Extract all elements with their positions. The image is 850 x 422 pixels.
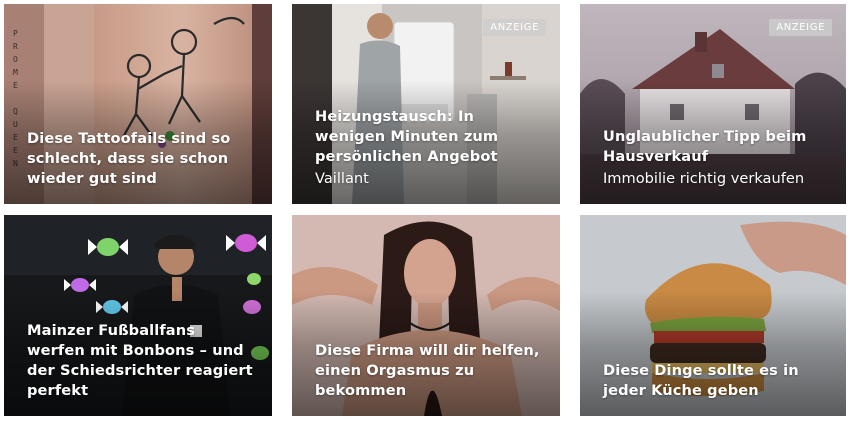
caption: Diese Dinge sollte es in jeder Küche geb… [603,361,828,401]
teaser-card-hausverkauf-ad[interactable]: ANZEIGE Unglaublicher Tipp beim Hausverk… [580,4,846,204]
caption: Diese Tattoofails sind so schlecht, dass… [27,129,254,189]
article-teaser-grid: PRO ME QUE EN Diese Tattoofails sind so … [0,0,850,422]
caption: Unglaublicher Tipp beim Hausverkauf Immo… [603,127,828,189]
teaser-title: Mainzer Fußballfans werfen mit Bonbons –… [27,322,253,399]
teaser-card-mainzer-fans[interactable]: Mainzer Fußballfans werfen mit Bonbons –… [4,215,272,416]
teaser-title: Heizungstausch: In wenigen Minuten zum p… [315,108,499,165]
teaser-card-tattoofails[interactable]: PRO ME QUE EN Diese Tattoofails sind so … [4,4,272,204]
sponsor-name: Immobilie richtig verkaufen [603,170,805,187]
teaser-title: Diese Firma will dir helfen, einen Orgas… [315,342,540,399]
caption: Diese Firma will dir helfen, einen Orgas… [315,341,542,401]
sponsor-name: Vaillant [315,170,369,187]
svg-text:R: R [13,42,18,51]
teaser-card-orgasmus[interactable]: Diese Firma will dir helfen, einen Orgas… [292,215,560,416]
caption: Mainzer Fußballfans werfen mit Bonbons –… [27,321,254,401]
svg-text:M: M [13,68,18,77]
teaser-title: Unglaublicher Tipp beim Hausverkauf [603,128,807,165]
ad-badge: ANZEIGE [769,19,832,36]
teaser-title: Diese Dinge sollte es in jeder Küche geb… [603,362,799,399]
teaser-card-vaillant-ad[interactable]: ANZEIGE Heizungstausch: In wenigen Minut… [292,4,560,204]
teaser-card-kueche[interactable]: Diese Dinge sollte es in jeder Küche geb… [580,215,846,416]
svg-text:P: P [13,29,18,38]
ad-badge: ANZEIGE [483,19,546,36]
teaser-title: Diese Tattoofails sind so schlecht, dass… [27,130,231,187]
svg-text:O: O [13,55,18,64]
caption: Heizungstausch: In wenigen Minuten zum p… [315,107,542,189]
